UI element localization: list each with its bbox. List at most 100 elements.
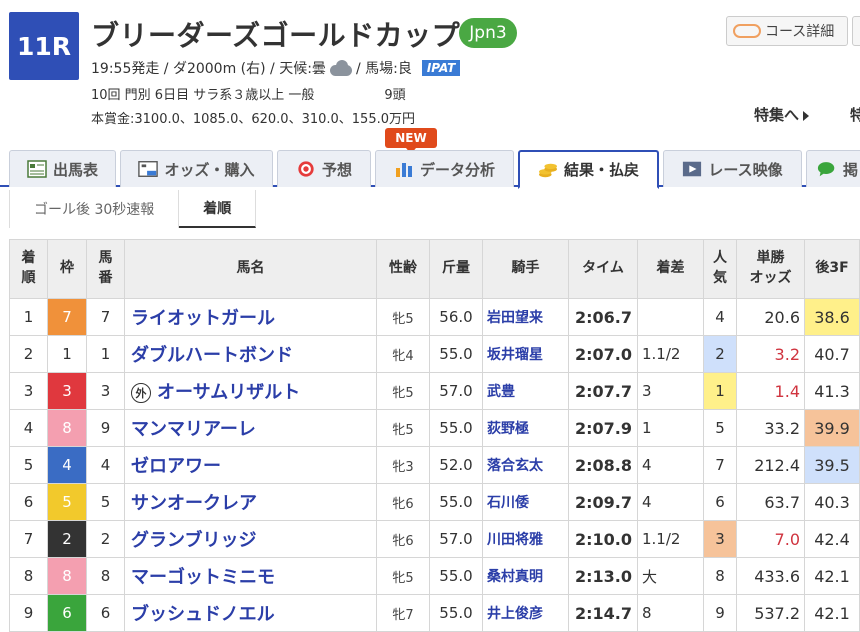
tab-board[interactable]: 掲 xyxy=(806,150,860,187)
horse-name-link[interactable]: マンマリアーレ xyxy=(124,409,377,447)
header-horse-name: 馬名 xyxy=(124,239,377,299)
win-odds-cell: 212.4 xyxy=(736,446,805,484)
last-3f-cell: 41.3 xyxy=(804,372,860,410)
table-row: 1 7 7 ライオットガール 牝5 56.0 岩田望来 2:06.7 4 20.6 38.6 xyxy=(9,298,860,336)
feature-link[interactable]: 特集へ xyxy=(754,104,810,125)
waku-badge: 7 xyxy=(48,299,86,335)
feature-edge-link[interactable]: 特 xyxy=(850,104,860,122)
weight-cell: 55.0 xyxy=(429,409,483,447)
jockey-link[interactable]: 石川倭 xyxy=(482,483,569,521)
umaban-cell: 9 xyxy=(86,409,125,447)
horse-name-link[interactable]: ゼロアワー xyxy=(124,446,377,484)
margin-cell xyxy=(637,298,704,336)
ipat-badge[interactable]: IPAT xyxy=(421,60,461,76)
margin-cell: 1 xyxy=(637,409,704,447)
table-row: 2 1 1 ダブルハートボンド 牝4 55.0 坂井瑠星 2:07.0 1.1/2 2 3.2 40.… xyxy=(9,335,860,373)
waku-cell: 8 xyxy=(47,409,87,447)
jockey-link[interactable]: 岩田望来 xyxy=(482,298,569,336)
race-tabs: 出馬表 オッズ・購入 予想 データ分析 結果・払戻 レース映像 掲 xyxy=(0,150,860,189)
jockey-link[interactable]: 落合玄太 xyxy=(482,446,569,484)
last-3f-cell: 40.3 xyxy=(804,483,860,521)
header-edge-button[interactable] xyxy=(852,16,860,46)
course-detail-button[interactable]: コース詳細 xyxy=(726,16,848,46)
jockey-link[interactable]: 井上俊彦 xyxy=(482,594,569,632)
jockey-link[interactable]: 桑村真明 xyxy=(482,557,569,595)
weight-cell: 55.0 xyxy=(429,557,483,595)
waku-badge: 1 xyxy=(48,336,86,372)
sex-age-cell: 牝6 xyxy=(376,520,430,558)
race-number-badge: 11R xyxy=(9,12,79,80)
weight-cell: 56.0 xyxy=(429,298,483,336)
target-icon xyxy=(298,161,314,177)
weight-cell: 57.0 xyxy=(429,372,483,410)
coins-icon xyxy=(538,163,557,177)
horse-name-link[interactable]: サンオークレア xyxy=(124,483,377,521)
sex-age-cell: 牝5 xyxy=(376,409,430,447)
win-odds-cell: 20.6 xyxy=(736,298,805,336)
chat-icon xyxy=(817,162,835,177)
waku-badge: 8 xyxy=(48,558,86,594)
jockey-link[interactable]: 武豊 xyxy=(482,372,569,410)
jockey-link[interactable]: 坂井瑠星 xyxy=(482,335,569,373)
win-odds-cell: 537.2 xyxy=(736,594,805,632)
result-subtabs: ゴール後 30秒速報 着順 xyxy=(9,190,257,228)
win-odds-cell: 7.0 xyxy=(736,520,805,558)
horse-name: ダブルハートボンド xyxy=(131,345,293,366)
waku-badge: 8 xyxy=(48,410,86,446)
last-3f-cell: 38.6 xyxy=(804,298,860,336)
time-cell: 2:10.0 xyxy=(568,520,638,558)
weight-cell: 55.0 xyxy=(429,594,483,632)
tab-race-video[interactable]: レース映像 xyxy=(663,150,802,187)
rank-cell: 8 xyxy=(9,557,48,595)
popularity-cell: 4 xyxy=(703,298,737,336)
margin-cell: 3 xyxy=(637,372,704,410)
win-odds-cell: 3.2 xyxy=(736,335,805,373)
popularity-cell: 2 xyxy=(703,335,737,373)
table-row: 5 4 4 ゼロアワー 牝3 52.0 落合玄太 2:08.8 4 7 212.4 39.5 xyxy=(9,446,860,484)
feature-link-label: 特集へ xyxy=(754,106,800,124)
header-margin: 着差 xyxy=(637,239,704,299)
horse-name-link[interactable]: ブッシュドノエル xyxy=(124,594,377,632)
rank-cell: 6 xyxy=(9,483,48,521)
horse-name: マンマリアーレ xyxy=(131,419,256,440)
header-sex-age: 性齢 xyxy=(376,239,430,299)
horse-name-link[interactable]: マーゴットミニモ xyxy=(124,557,377,595)
tab-label: 出馬表 xyxy=(52,160,98,179)
tab-data-analysis[interactable]: データ分析 xyxy=(375,150,514,187)
margin-cell: 4 xyxy=(637,483,704,521)
subtab-finish-order[interactable]: 着順 xyxy=(179,190,257,228)
sex-age-cell: 牝3 xyxy=(376,446,430,484)
result-table: 着 順 枠 馬 番 馬名 性齢 斤量 騎手 タイム 着差 人 気 単勝 オッズ … xyxy=(9,239,860,632)
popularity-cell: 1 xyxy=(703,372,737,410)
rank-cell: 5 xyxy=(9,446,48,484)
tab-label: データ分析 xyxy=(419,160,495,179)
sex-age-cell: 牝5 xyxy=(376,557,430,595)
horse-name: グランブリッジ xyxy=(131,530,257,551)
popularity-cell: 9 xyxy=(703,594,737,632)
horse-name-link[interactable]: ダブルハートボンド xyxy=(124,335,377,373)
waku-cell: 7 xyxy=(47,298,87,336)
tab-label: レース映像 xyxy=(708,160,783,179)
subtab-quick-result[interactable]: ゴール後 30秒速報 xyxy=(9,190,180,228)
tab-odds-purchase[interactable]: オッズ・購入 xyxy=(120,150,273,187)
umaban-cell: 4 xyxy=(86,446,125,484)
new-badge: NEW xyxy=(385,128,437,154)
umaban-cell: 1 xyxy=(86,335,125,373)
rank-cell: 1 xyxy=(9,298,48,336)
jockey-link[interactable]: 川田将雅 xyxy=(482,520,569,558)
rank-cell: 3 xyxy=(9,372,48,410)
time-cell: 2:13.0 xyxy=(568,557,638,595)
tab-results-payout[interactable]: 結果・払戻 xyxy=(518,150,659,189)
horse-name-link[interactable]: グランブリッジ xyxy=(124,520,377,558)
weight-cell: 52.0 xyxy=(429,446,483,484)
tab-prediction[interactable]: 予想 xyxy=(277,150,371,187)
last-3f-cell: 39.9 xyxy=(804,409,860,447)
horse-name-link[interactable]: ライオットガール xyxy=(124,298,377,336)
sex-age-cell: 牝6 xyxy=(376,483,430,521)
win-odds-cell: 63.7 xyxy=(736,483,805,521)
win-odds-cell: 433.6 xyxy=(736,557,805,595)
tab-racecard[interactable]: 出馬表 xyxy=(9,150,116,187)
horse-name-link[interactable]: 外オーサムリザルト xyxy=(124,372,377,410)
time-cell: 2:07.7 xyxy=(568,372,638,410)
jockey-link[interactable]: 荻野極 xyxy=(482,409,569,447)
